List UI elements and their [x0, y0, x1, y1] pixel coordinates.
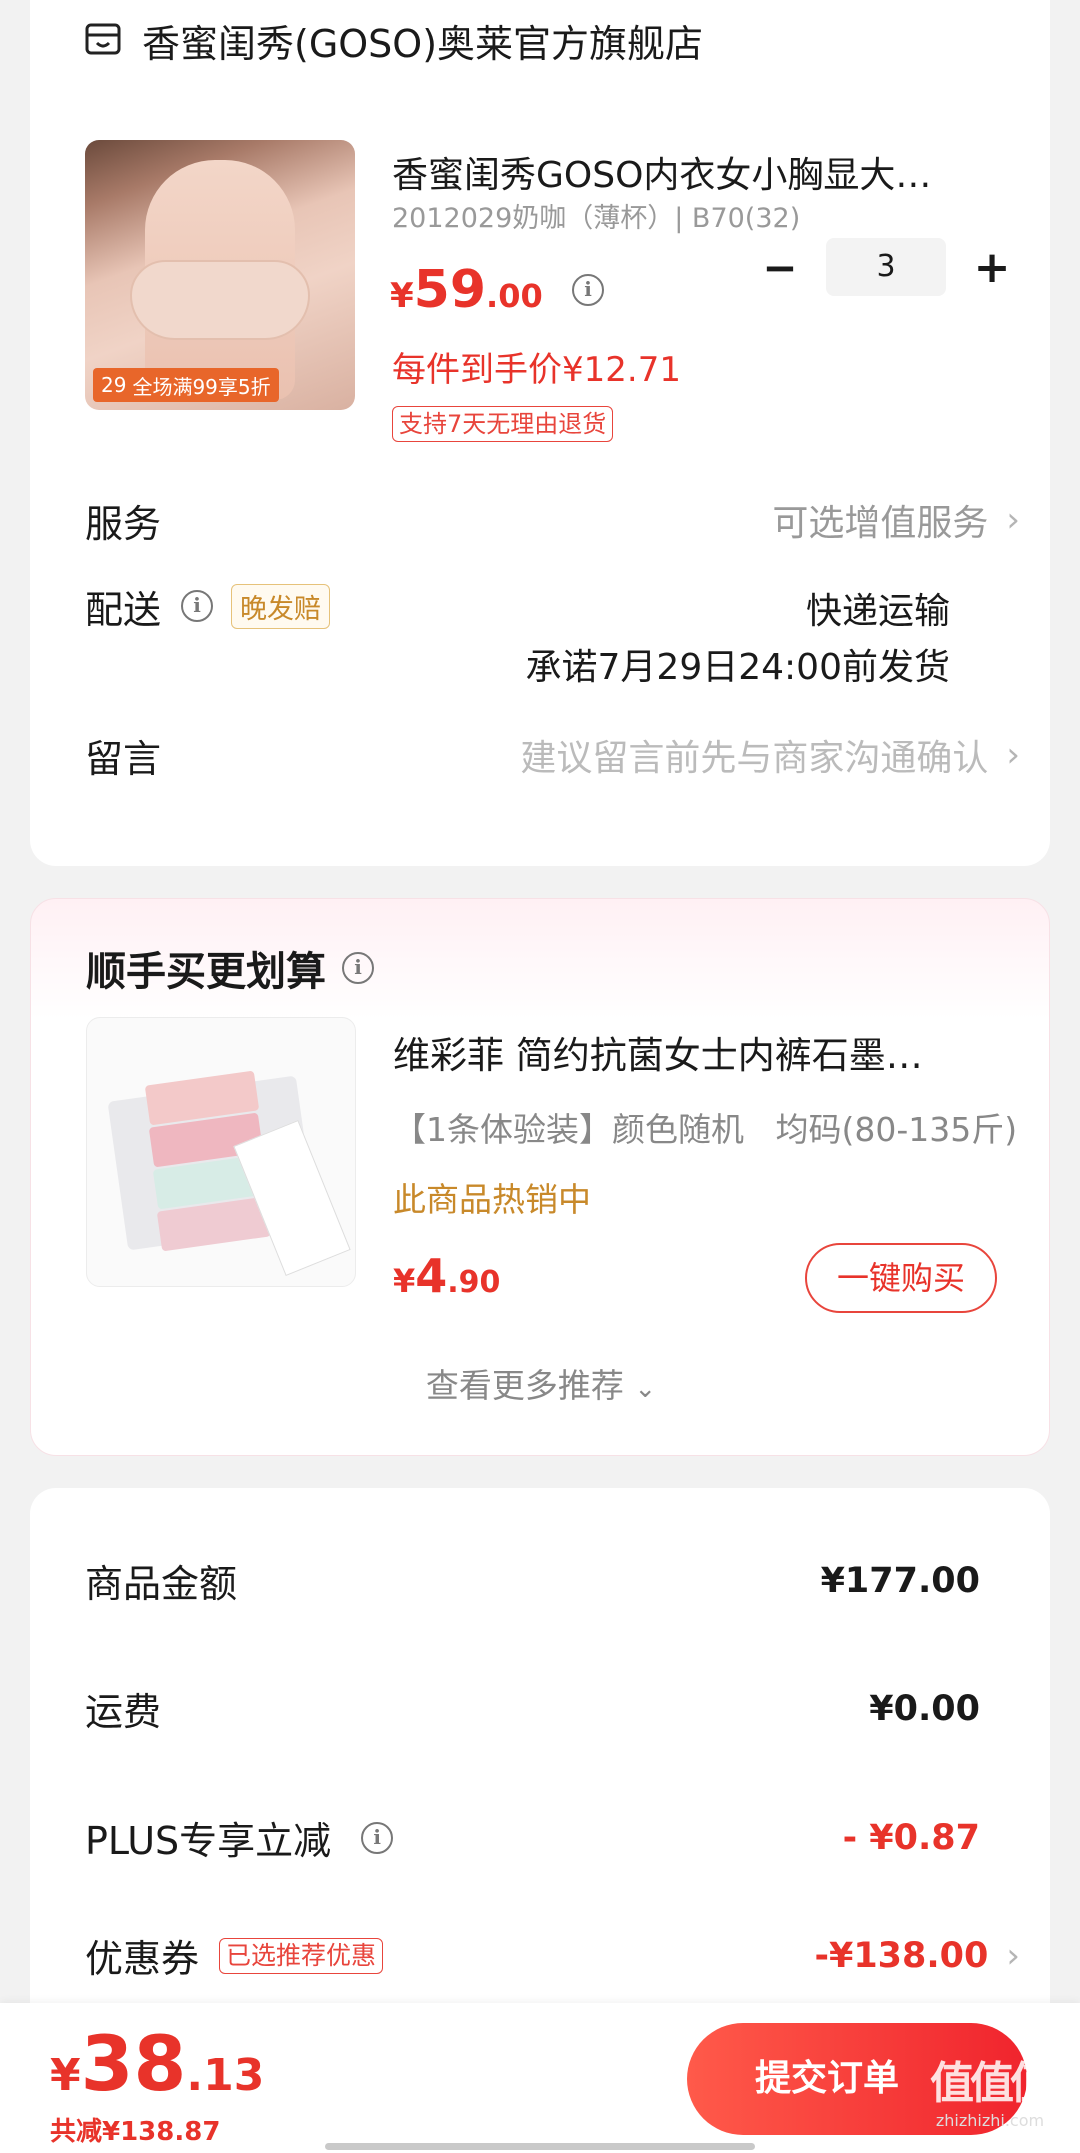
service-value: 可选增值服务	[772, 503, 989, 544]
watermark-logo: 值值值 zhizhizhi.com	[930, 2047, 1054, 2130]
price-decimal: .90	[447, 1265, 501, 1300]
home-indicator	[325, 2143, 755, 2150]
badge-number: 29	[101, 373, 127, 397]
watermark-site: zhizhizhi.com	[935, 2111, 1045, 2130]
price-info-icon[interactable]: i	[572, 274, 604, 306]
recommend-card: 顺手买更划算 i 维彩菲 简约抗菌女士内裤石墨… 【1条体验装】颜色随机 均码(…	[30, 898, 1050, 1456]
coupon-selected-tag: 已选推荐优惠	[219, 1937, 384, 1974]
decrease-button[interactable]: −	[750, 243, 810, 292]
recommend-item-spec: 【1条体验装】颜色随机 均码(80-135斤)	[393, 1110, 1018, 1149]
plus-discount-row: PLUS专享立减 i - ¥0.87	[85, 1810, 980, 1865]
bra-shape	[130, 260, 310, 340]
plus-discount-label: PLUS专享立减	[85, 1819, 332, 1863]
price-decimal: .00	[486, 277, 543, 315]
delivery-promise: 承诺7月29日24:00前发货	[525, 647, 950, 688]
goods-amount-row: 商品金额 ¥177.00	[85, 1553, 980, 1608]
chevron-right-icon: ›	[1006, 500, 1020, 540]
image-promo-badge: 29 全场满99享5折	[93, 368, 279, 402]
view-more-recommend[interactable]: 查看更多推荐 ⌄	[31, 1359, 1051, 1407]
chevron-right-icon: ›	[1006, 1935, 1020, 1976]
recommend-hot-text: 此商品热销中	[393, 1180, 591, 1219]
price-symbol: ¥	[390, 276, 414, 316]
delivery-info-icon[interactable]: i	[181, 590, 214, 622]
chevron-right-icon: ›	[1006, 735, 1020, 775]
late-delivery-badge: 晚发赔	[231, 583, 331, 629]
coupon-label: 优惠券	[85, 1937, 200, 1981]
store-name: 香蜜闺秀(GOSO)奥莱官方旗舰店	[142, 21, 704, 66]
watermark-text: 值值值	[930, 2058, 1054, 2109]
goods-amount-label: 商品金额	[85, 1562, 238, 1606]
price-symbol: ¥	[393, 1262, 416, 1300]
store-header[interactable]: 香蜜闺秀(GOSO)奥莱官方旗舰店	[84, 10, 703, 70]
price-integer: 38	[80, 2019, 187, 2108]
plus-discount-value: - ¥0.87	[842, 1817, 980, 1858]
product-spec[interactable]: 2012029奶咖（薄杯）| B70(32)	[392, 196, 800, 235]
badge-text: 全场满99享5折	[132, 374, 271, 399]
product-image[interactable]: 29 全场满99享5折	[85, 140, 355, 410]
message-label: 留言	[85, 736, 162, 781]
price-decimal: .13	[186, 2050, 265, 2101]
delivery-label: 配送	[85, 587, 162, 632]
unit-price: 每件到手价¥12.71	[392, 350, 681, 390]
plus-info-icon[interactable]: i	[361, 1821, 394, 1854]
shipping-value: ¥0.00	[869, 1688, 980, 1729]
coupon-row[interactable]: 优惠券 已选推荐优惠 -¥138.00 ›	[85, 1928, 1020, 1983]
message-row[interactable]: 留言 建议留言前先与商家沟通确认 ›	[85, 725, 1020, 785]
increase-button[interactable]: +	[962, 242, 1022, 293]
price-integer: 4	[415, 1249, 448, 1303]
store-icon	[85, 23, 121, 55]
delivery-row: 配送 i 晚发赔	[85, 576, 331, 636]
shipping-row: 运费 ¥0.00	[85, 1681, 980, 1736]
total-price: ¥ 38 .13	[50, 2019, 264, 2108]
recommend-header: 顺手买更划算 i	[86, 939, 374, 997]
submit-order-label: 提交订单	[754, 2058, 899, 2099]
recommend-info-icon[interactable]: i	[342, 952, 374, 984]
one-click-buy-button[interactable]: 一键购买	[805, 1243, 997, 1313]
service-label: 服务	[85, 501, 162, 546]
recommend-image[interactable]	[86, 1017, 356, 1287]
view-more-label: 查看更多推荐	[425, 1366, 624, 1405]
price-integer: 59	[413, 260, 487, 320]
quantity-input[interactable]: 3	[826, 238, 946, 296]
coupon-value: -¥138.00	[814, 1935, 989, 1976]
order-store-card: 香蜜闺秀(GOSO)奥莱官方旗舰店 29 全场满99享5折 香蜜闺秀GOSO内衣…	[30, 0, 1050, 866]
recommend-price: ¥ 4 .90	[393, 1249, 500, 1303]
return-policy-tag: 支持7天无理由退货	[392, 406, 614, 442]
total-saved: 共减¥138.87	[50, 2117, 221, 2147]
quantity-stepper: − 3 +	[750, 238, 1022, 296]
recommend-item-title[interactable]: 维彩菲 简约抗菌女士内裤石墨…	[393, 1025, 923, 1079]
bottom-bar: ¥ 38 .13 共减¥138.87 提交订单 值值值 zhizhizhi.co…	[0, 2003, 1080, 2153]
recommend-title: 顺手买更划算	[86, 949, 326, 995]
message-placeholder: 建议留言前先与商家沟通确认	[520, 738, 989, 779]
product-price: ¥ 59 .00	[390, 260, 543, 320]
delivery-method[interactable]: 快递运输	[806, 582, 950, 634]
price-symbol: ¥	[50, 2050, 81, 2101]
chevron-down-icon: ⌄	[634, 1374, 657, 1404]
goods-amount-value: ¥177.00	[820, 1560, 980, 1601]
shipping-label: 运费	[85, 1690, 162, 1734]
service-row[interactable]: 服务 可选增值服务 ›	[85, 490, 1020, 550]
product-title[interactable]: 香蜜闺秀GOSO内衣女小胸显大…	[392, 146, 931, 198]
